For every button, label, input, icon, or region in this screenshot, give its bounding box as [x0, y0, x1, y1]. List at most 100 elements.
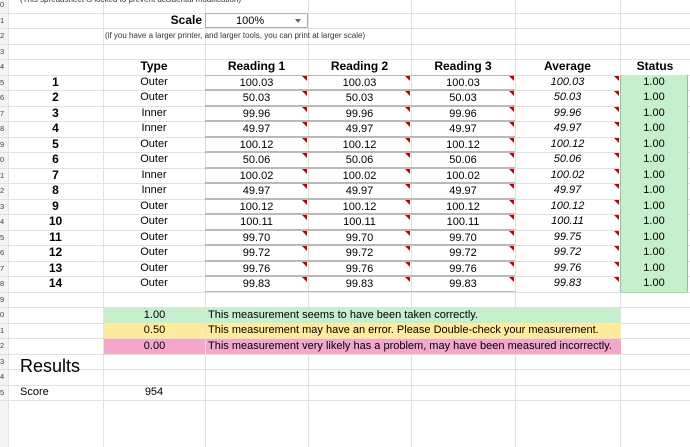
comment-marker-icon[interactable]	[509, 199, 514, 205]
reading-input[interactable]: 99.70	[411, 229, 515, 245]
comment-marker-icon[interactable]	[614, 230, 619, 236]
reading-input[interactable]: 100.12	[411, 136, 515, 152]
comment-marker-icon[interactable]	[405, 153, 410, 158]
reading-input[interactable]: 99.83	[411, 276, 515, 292]
measurement-type[interactable]: Outer	[103, 90, 205, 106]
comment-marker-icon[interactable]	[509, 137, 514, 143]
comment-marker-icon[interactable]	[509, 91, 514, 96]
comment-marker-icon[interactable]	[302, 230, 307, 236]
spreadsheet-grid[interactable]: 01234567890123456789012345(This spreadsh…	[0, 0, 690, 447]
row-number[interactable]: 0	[0, 0, 7, 13]
measurement-type[interactable]: Outer	[103, 152, 205, 168]
row-number[interactable]: 7	[0, 106, 7, 122]
comment-marker-icon[interactable]	[509, 153, 514, 158]
comment-marker-icon[interactable]	[614, 246, 619, 251]
reading-input[interactable]: 99.76	[411, 260, 515, 276]
comment-marker-icon[interactable]	[405, 106, 410, 112]
comment-marker-icon[interactable]	[405, 184, 410, 189]
row-number[interactable]: 3	[0, 199, 7, 215]
comment-marker-icon[interactable]	[614, 153, 619, 158]
reading-input[interactable]: 49.97	[308, 183, 411, 199]
row-number[interactable]: 5	[0, 230, 7, 246]
row-number[interactable]: 9	[0, 137, 7, 153]
comment-marker-icon[interactable]	[302, 91, 307, 96]
measurement-type[interactable]: Outer	[103, 261, 205, 277]
reading-input[interactable]: 50.06	[308, 152, 411, 168]
comment-marker-icon[interactable]	[509, 184, 514, 189]
reading-input[interactable]: 49.97	[205, 121, 308, 137]
comment-marker-icon[interactable]	[302, 122, 307, 127]
row-number[interactable]: 2	[0, 338, 7, 354]
comment-marker-icon[interactable]	[302, 277, 307, 282]
reading-input[interactable]: 100.03	[308, 74, 411, 90]
measurement-type[interactable]: Inner	[103, 106, 205, 122]
measurement-type[interactable]: Outer	[103, 199, 205, 215]
reading-input[interactable]: 50.06	[411, 152, 515, 168]
measurement-type[interactable]: Inner	[103, 183, 205, 199]
comment-marker-icon[interactable]	[614, 106, 619, 112]
row-number[interactable]: 1	[0, 13, 7, 29]
reading-input[interactable]: 99.76	[308, 260, 411, 276]
chevron-down-icon[interactable]	[295, 18, 301, 23]
row-number[interactable]: 5	[0, 385, 7, 401]
comment-marker-icon[interactable]	[302, 106, 307, 112]
reading-input[interactable]: 99.70	[308, 229, 411, 245]
comment-marker-icon[interactable]	[405, 122, 410, 127]
comment-marker-icon[interactable]	[614, 261, 619, 267]
reading-input[interactable]: 50.03	[411, 90, 515, 106]
row-number[interactable]: 5	[0, 75, 7, 91]
reading-input[interactable]: 99.83	[205, 276, 308, 292]
reading-input[interactable]: 99.76	[205, 260, 308, 276]
comment-marker-icon[interactable]	[614, 277, 619, 282]
comment-marker-icon[interactable]	[405, 277, 410, 282]
row-number[interactable]: 0	[0, 307, 7, 323]
reading-input[interactable]: 100.11	[205, 214, 308, 230]
reading-input[interactable]: 49.97	[205, 183, 308, 199]
comment-marker-icon[interactable]	[302, 153, 307, 158]
reading-input[interactable]: 50.06	[205, 152, 308, 168]
reading-input[interactable]: 100.12	[411, 198, 515, 214]
comment-marker-icon[interactable]	[302, 261, 307, 267]
row-number[interactable]: 2	[0, 183, 7, 199]
comment-marker-icon[interactable]	[614, 137, 619, 143]
reading-input[interactable]: 99.96	[411, 105, 515, 121]
reading-input[interactable]: 99.83	[308, 276, 411, 292]
comment-marker-icon[interactable]	[405, 91, 410, 96]
reading-input[interactable]: 99.72	[205, 245, 308, 261]
row-number[interactable]: 0	[0, 152, 7, 168]
measurement-type[interactable]: Outer	[103, 276, 205, 292]
comment-marker-icon[interactable]	[302, 199, 307, 205]
comment-marker-icon[interactable]	[405, 168, 410, 174]
comment-marker-icon[interactable]	[509, 122, 514, 127]
comment-marker-icon[interactable]	[302, 246, 307, 251]
comment-marker-icon[interactable]	[509, 215, 514, 220]
comment-marker-icon[interactable]	[509, 261, 514, 267]
reading-input[interactable]: 100.02	[411, 167, 515, 183]
comment-marker-icon[interactable]	[509, 168, 514, 174]
comment-marker-icon[interactable]	[405, 199, 410, 205]
comment-marker-icon[interactable]	[302, 168, 307, 174]
reading-input[interactable]: 100.11	[308, 214, 411, 230]
comment-marker-icon[interactable]	[509, 75, 514, 81]
row-number[interactable]: 6	[0, 245, 7, 261]
measurement-type[interactable]: Outer	[103, 214, 205, 230]
reading-input[interactable]: 99.72	[308, 245, 411, 261]
comment-marker-icon[interactable]	[405, 215, 410, 220]
reading-input[interactable]: 50.03	[308, 90, 411, 106]
row-number[interactable]: 9	[0, 292, 7, 308]
row-number[interactable]: 8	[0, 121, 7, 137]
reading-input[interactable]: 99.70	[205, 229, 308, 245]
measurement-type[interactable]: Outer	[103, 230, 205, 246]
comment-marker-icon[interactable]	[302, 215, 307, 220]
reading-input[interactable]: 100.12	[205, 198, 308, 214]
comment-marker-icon[interactable]	[614, 168, 619, 174]
row-number[interactable]: 6	[0, 90, 7, 106]
comment-marker-icon[interactable]	[405, 230, 410, 236]
row-number[interactable]: 3	[0, 354, 7, 370]
scale-dropdown[interactable]: 100%	[205, 12, 308, 28]
reading-input[interactable]: 99.96	[308, 105, 411, 121]
comment-marker-icon[interactable]	[614, 215, 619, 220]
comment-marker-icon[interactable]	[509, 106, 514, 112]
comment-marker-icon[interactable]	[614, 122, 619, 127]
comment-marker-icon[interactable]	[509, 230, 514, 236]
